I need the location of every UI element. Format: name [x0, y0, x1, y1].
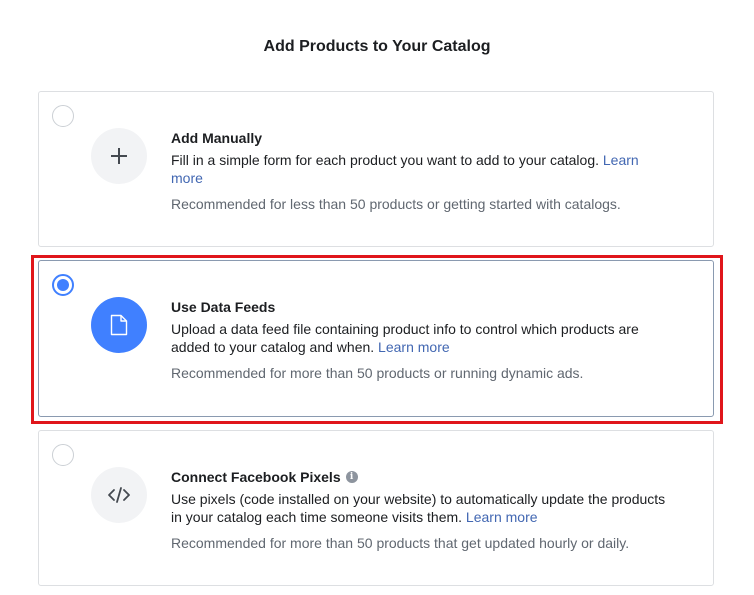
option-title: Add Manually: [171, 130, 263, 146]
card-text-add-manually: Add Manually Fill in a simple form for e…: [171, 129, 671, 213]
option-recommendation: Recommended for more than 50 products th…: [171, 535, 630, 551]
code-icon: [108, 487, 130, 503]
learn-more-link[interactable]: Learn more: [466, 509, 538, 525]
selection-highlight-frame: [31, 255, 723, 424]
option-card-connect-facebook-pixels[interactable]: Connect Facebook Pixels i Use pixels (co…: [38, 430, 714, 586]
option-description-text: Fill in a simple form for each product y…: [171, 152, 599, 168]
option-description: Use pixels (code installed on your websi…: [171, 490, 671, 526]
icon-circle-connect-facebook-pixels: [91, 467, 147, 523]
option-description-text: Use pixels (code installed on your websi…: [171, 491, 666, 525]
radio-add-manually[interactable]: [52, 105, 74, 127]
plus-icon: [111, 148, 127, 164]
info-icon[interactable]: i: [345, 471, 358, 483]
radio-connect-facebook-pixels[interactable]: [52, 444, 74, 466]
option-title: Connect Facebook Pixels: [171, 469, 341, 485]
option-description: Fill in a simple form for each product y…: [171, 151, 671, 187]
option-recommendation: Recommended for less than 50 products or…: [171, 196, 621, 212]
icon-circle-add-manually: [91, 128, 147, 184]
option-card-add-manually[interactable]: Add Manually Fill in a simple form for e…: [38, 91, 714, 247]
option-title-row: Connect Facebook Pixels i: [171, 468, 671, 486]
page-title: Add Products to Your Catalog: [263, 38, 491, 55]
card-text-connect-facebook-pixels: Connect Facebook Pixels i Use pixels (co…: [171, 468, 671, 552]
